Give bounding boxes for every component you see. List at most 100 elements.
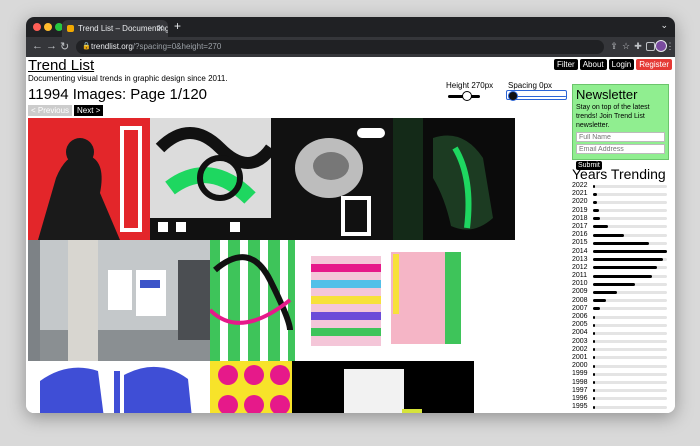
poster-green-stripes	[210, 240, 295, 361]
gallery-image[interactable]	[292, 361, 474, 413]
back-arrow-icon[interactable]: ←	[32, 40, 43, 52]
year-row[interactable]: 2011	[572, 272, 669, 280]
year-row[interactable]: 2017	[572, 223, 669, 231]
reload-icon[interactable]: ↻	[60, 40, 69, 53]
year-bar-fill	[593, 340, 595, 344]
year-row[interactable]: 2004	[572, 329, 669, 337]
year-label: 2018	[572, 214, 588, 222]
year-label: 2016	[572, 231, 588, 239]
year-label: 2000	[572, 362, 588, 370]
minimize-window-button[interactable]	[44, 23, 52, 31]
year-row[interactable]: 2007	[572, 305, 669, 313]
new-tab-icon[interactable]: +	[174, 19, 181, 33]
year-row[interactable]: 2000	[572, 362, 669, 370]
year-bar-fill	[593, 290, 617, 294]
gallery-image[interactable]	[295, 240, 478, 361]
browser-tab[interactable]: Trend List – Documenting visu ✕	[62, 20, 168, 37]
close-tab-icon[interactable]: ✕	[156, 20, 164, 37]
year-label: 2007	[572, 304, 588, 312]
pagination: < Previous Next >	[28, 105, 104, 116]
year-row[interactable]: 2016	[572, 231, 669, 239]
year-row[interactable]: 2014	[572, 248, 669, 256]
height-slider[interactable]	[448, 91, 480, 101]
spacing-slider[interactable]	[508, 91, 566, 101]
year-row[interactable]: 1999	[572, 370, 669, 378]
year-row[interactable]: 2010	[572, 280, 669, 288]
gallery-image[interactable]	[210, 240, 295, 361]
year-bar-track	[593, 200, 667, 204]
year-bar-fill	[593, 184, 595, 188]
year-row[interactable]: 2006	[572, 313, 669, 321]
forward-arrow-icon[interactable]: →	[46, 40, 57, 52]
year-row[interactable]: 2020	[572, 198, 669, 206]
year-label: 2020	[572, 198, 588, 206]
year-row[interactable]: 1996	[572, 395, 669, 403]
year-row[interactable]: 2021	[572, 190, 669, 198]
year-label: 1996	[572, 394, 588, 402]
year-row[interactable]: 2018	[572, 215, 669, 223]
year-label: 2004	[572, 329, 588, 337]
close-window-button[interactable]	[33, 23, 41, 31]
year-bar-fill	[593, 241, 649, 245]
more-menu-icon[interactable]: ⋮	[665, 41, 675, 52]
year-label: 2001	[572, 353, 588, 361]
spacing-slider-track	[510, 96, 566, 97]
year-row[interactable]: 1997	[572, 387, 669, 395]
previous-page-button[interactable]: < Previous	[28, 105, 73, 116]
poster-blue-shapes	[28, 361, 210, 413]
height-label: Height 270px	[446, 81, 494, 90]
year-row[interactable]: 2003	[572, 338, 669, 346]
gallery-image[interactable]	[28, 240, 210, 361]
year-row[interactable]: 2009	[572, 288, 669, 296]
sidebar-icon[interactable]	[646, 42, 655, 51]
gallery-image[interactable]	[271, 118, 393, 240]
year-row[interactable]: 2005	[572, 321, 669, 329]
gallery-image[interactable]	[210, 361, 292, 413]
year-bar-track	[593, 340, 667, 344]
year-bar-track	[593, 389, 667, 393]
year-label: 2010	[572, 280, 588, 288]
year-label: 2015	[572, 239, 588, 247]
share-icon[interactable]: ⇪	[609, 41, 619, 52]
year-row[interactable]: 2022	[572, 182, 669, 190]
gallery-image[interactable]	[28, 118, 150, 240]
year-bar-fill	[593, 200, 597, 204]
year-label: 2011	[572, 272, 588, 280]
year-row[interactable]: 2012	[572, 264, 669, 272]
poster-showcase	[271, 118, 393, 240]
height-slider-thumb[interactable]	[462, 91, 472, 101]
top-nav: Filter About Login Register	[553, 59, 672, 70]
filter-button[interactable]: Filter	[553, 59, 578, 70]
tab-title: Trend List – Documenting visu	[78, 24, 168, 33]
newsletter-text: Stay on top of the latest trends! Join T…	[576, 104, 650, 129]
year-label: 1999	[572, 370, 588, 378]
year-row[interactable]: 1995	[572, 403, 669, 411]
year-label: 2013	[572, 255, 588, 263]
year-row[interactable]: 2019	[572, 207, 669, 215]
year-row[interactable]: 2008	[572, 297, 669, 305]
site-title-link[interactable]: Trend List	[28, 57, 94, 74]
year-row[interactable]: 2013	[572, 256, 669, 264]
year-row[interactable]: 2002	[572, 346, 669, 354]
gallery-image[interactable]	[150, 118, 271, 240]
gallery-image[interactable]	[28, 361, 210, 413]
year-bar-track	[593, 372, 667, 376]
about-button[interactable]: About	[579, 59, 607, 70]
login-button[interactable]: Login	[608, 59, 635, 70]
year-row[interactable]: 1998	[572, 379, 669, 387]
address-bar[interactable]: 🔒 trendlist.org/?spacing=0&height=270	[76, 40, 604, 54]
email-input[interactable]	[576, 144, 665, 154]
full-name-input[interactable]	[576, 132, 665, 142]
register-button[interactable]: Register	[636, 59, 672, 70]
year-label: 2021	[572, 190, 588, 198]
spacing-slider-thumb[interactable]	[508, 91, 518, 101]
next-page-button[interactable]: Next >	[74, 105, 104, 116]
extensions-icon[interactable]: ✚	[633, 41, 643, 52]
year-row[interactable]: 2015	[572, 239, 669, 247]
gallery-image[interactable]	[393, 118, 515, 240]
chevron-down-icon[interactable]: ⌄	[660, 20, 668, 31]
year-row[interactable]: 2001	[572, 354, 669, 362]
star-icon[interactable]: ☆	[621, 41, 631, 52]
year-label: 2003	[572, 337, 588, 345]
image-count: 11994 Images: Page 1/120	[28, 86, 208, 103]
